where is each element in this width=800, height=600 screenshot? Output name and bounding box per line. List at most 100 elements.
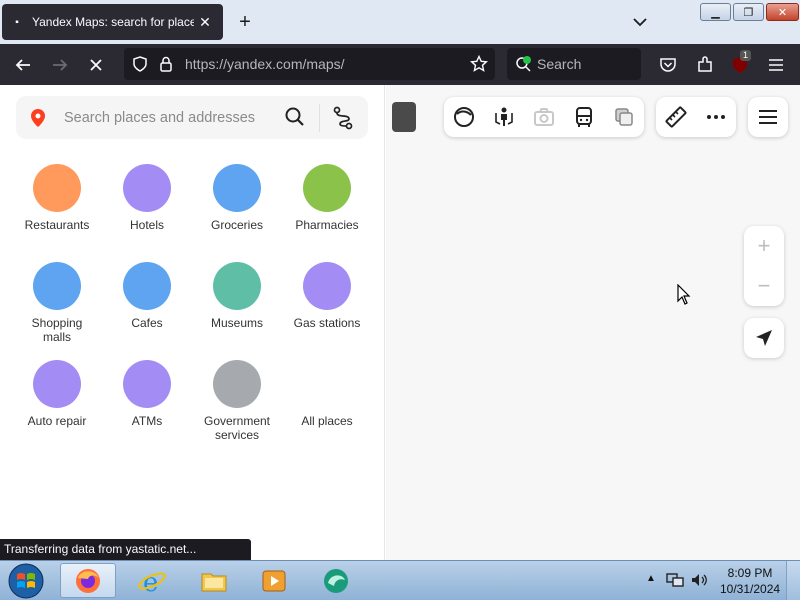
category-auto-repair[interactable]: Auto repair	[12, 360, 102, 428]
government-services-icon	[213, 360, 261, 408]
search-bar[interactable]: Search	[507, 48, 641, 80]
category-groceries[interactable]: Groceries	[192, 164, 282, 232]
forward-button[interactable]	[47, 52, 73, 78]
extension-badge: 1	[740, 50, 752, 61]
shopping-malls-icon	[33, 262, 81, 310]
panorama-icon[interactable]	[492, 105, 516, 129]
clock-date[interactable]: 10/31/2024	[720, 582, 780, 596]
tab-strip: ▪ Yandex Maps: search for places ✕ + ▁ ❐…	[0, 0, 800, 44]
hotels-icon	[123, 164, 171, 212]
app-menu-icon[interactable]	[763, 52, 789, 78]
zoom-control: + −	[744, 226, 784, 306]
volume-icon[interactable]	[690, 572, 708, 593]
map-layers-toolbar	[444, 97, 644, 137]
url-text: https://yandex.com/maps/	[185, 56, 345, 72]
zoom-out-button[interactable]: −	[744, 266, 784, 306]
category-shopping-malls[interactable]: Shopping malls	[12, 262, 102, 344]
category-all-places[interactable]: All places	[282, 360, 372, 428]
map-menu-button[interactable]	[748, 97, 788, 137]
minimize-button[interactable]: ▁	[700, 3, 731, 21]
sidebar-panel: Search places and addresses Restaurants …	[0, 85, 385, 560]
stop-loading-button[interactable]	[83, 52, 109, 78]
category-museums[interactable]: Museums	[192, 262, 282, 330]
address-bar[interactable]: https://yandex.com/maps/	[124, 48, 495, 80]
list-all-tabs-button[interactable]	[630, 12, 650, 32]
map-canvas[interactable]: + −	[386, 85, 800, 560]
category-label: Cafes	[131, 316, 163, 330]
zoom-in-button[interactable]: +	[744, 226, 784, 266]
category-label: Auto repair	[27, 414, 87, 428]
status-bar: Transferring data from yastatic.net...	[0, 539, 251, 560]
window-controls: ▁ ❐ ✕	[700, 3, 800, 21]
search-divider	[319, 104, 320, 132]
navigation-bar: https://yandex.com/maps/ Search	[0, 44, 800, 85]
clock-time[interactable]: 8:09 PM	[720, 566, 780, 580]
category-label: Restaurants	[24, 218, 90, 232]
search-engine-icon	[515, 55, 533, 78]
system-tray: ▲ 8:09 PM 10/31/2024	[640, 561, 800, 600]
search-box[interactable]: Search places and addresses	[16, 96, 368, 139]
back-button[interactable]	[10, 52, 36, 78]
show-hidden-icons-icon[interactable]: ▲	[646, 573, 656, 584]
category-cafes[interactable]: Cafes	[102, 262, 192, 330]
restaurants-icon	[33, 164, 81, 212]
close-window-button[interactable]: ✕	[766, 3, 799, 21]
firefox-icon	[76, 568, 100, 593]
taskbar-app[interactable]	[308, 563, 364, 598]
layers-icon[interactable]	[612, 105, 636, 129]
category-gas-stations[interactable]: Gas stations	[282, 262, 372, 330]
locate-arrow-icon	[756, 330, 772, 346]
pocket-icon[interactable]	[655, 52, 681, 78]
category-hotels[interactable]: Hotels	[102, 164, 192, 232]
category-restaurants[interactable]: Restaurants	[12, 164, 102, 232]
photo-icon[interactable]	[532, 105, 556, 129]
category-label: Groceries	[210, 218, 263, 232]
lock-icon[interactable]	[159, 56, 173, 77]
location-pin-icon	[30, 108, 46, 133]
search-icon[interactable]	[284, 106, 306, 133]
internet-explorer-icon: e	[138, 568, 166, 596]
category-government-services[interactable]: Government services	[192, 360, 282, 442]
bookmark-star-icon[interactable]	[469, 54, 489, 78]
taskbar-firefox[interactable]	[60, 563, 116, 598]
ruler-icon[interactable]	[664, 105, 688, 134]
browser-tab[interactable]: ▪ Yandex Maps: search for places ✕	[2, 4, 223, 40]
bus-icon[interactable]	[572, 105, 596, 129]
restore-button[interactable]: ❐	[733, 3, 764, 21]
my-location-button[interactable]	[744, 318, 784, 358]
taskbar-file-explorer[interactable]	[186, 563, 242, 598]
groceries-icon	[213, 164, 261, 212]
category-atms[interactable]: ATMs	[102, 360, 192, 428]
museums-icon	[213, 262, 261, 310]
category-label: Government services	[203, 414, 271, 442]
show-desktop-button[interactable]	[786, 561, 800, 600]
more-options-icon[interactable]	[704, 105, 728, 134]
map-placeholder-block	[392, 102, 416, 132]
svg-text:e: e	[143, 568, 158, 596]
search-input[interactable]: Search places and addresses	[64, 110, 255, 126]
taskbar-media-player[interactable]	[246, 563, 302, 598]
media-player-icon	[262, 570, 286, 591]
network-icon[interactable]	[666, 572, 684, 593]
all-places-icon	[303, 360, 351, 408]
start-button[interactable]	[6, 562, 46, 600]
category-pharmacies[interactable]: Pharmacies	[282, 164, 372, 232]
category-label: Museums	[210, 316, 263, 330]
route-icon[interactable]	[332, 106, 354, 135]
category-label: Gas stations	[293, 316, 361, 330]
category-label: Hotels	[129, 218, 164, 232]
new-tab-button[interactable]: +	[233, 10, 257, 34]
search-bar-placeholder: Search	[537, 56, 582, 72]
map-tools-toolbar	[656, 97, 736, 137]
tab-title: Yandex Maps: search for places	[32, 15, 194, 29]
tracking-protection-icon[interactable]	[132, 56, 148, 77]
category-label: All places	[301, 414, 353, 428]
taskbar-internet-explorer[interactable]: e	[124, 563, 180, 598]
category-label: Pharmacies	[295, 218, 359, 232]
map-layer-icon[interactable]	[452, 105, 476, 129]
extensions-icon[interactable]	[692, 52, 718, 78]
cafes-icon	[123, 262, 171, 310]
folder-icon	[201, 573, 227, 591]
auto-repair-icon	[33, 360, 81, 408]
tab-close-icon[interactable]: ✕	[196, 14, 214, 31]
